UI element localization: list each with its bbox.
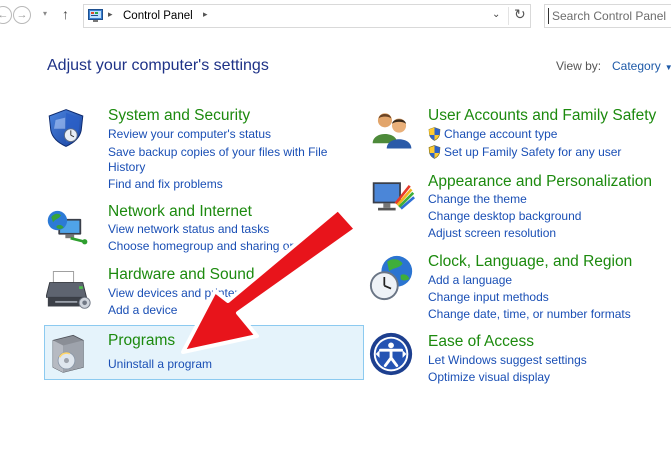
back-button[interactable]: ← (0, 6, 12, 24)
link-date-time-formats[interactable]: Change date, time, or number formats (428, 306, 631, 322)
link-suggest-settings[interactable]: Let Windows suggest settings (428, 352, 587, 368)
breadcrumb-separator-icon[interactable]: ▸ (108, 9, 113, 20)
link-screen-resolution[interactable]: Adjust screen resolution (428, 225, 556, 241)
category-title[interactable]: Network and Internet (108, 203, 252, 221)
category-system-and-security: System and Security Review your computer… (46, 104, 346, 194)
category-hardware-and-sound: Hardware and Sound View devices and prin… (46, 263, 346, 323)
address-dropdown-icon[interactable]: ⌄ (492, 9, 500, 20)
forward-button[interactable]: → (13, 6, 31, 24)
monitor-paint-icon (372, 182, 415, 211)
forward-arrow-icon: → (16, 8, 28, 21)
navigation-bar: ← → ▾ ↑ ▸ Control Panel ▸ ⌄ ↻ (0, 0, 671, 33)
ease-of-access-icon (369, 332, 413, 376)
category-title[interactable]: Hardware and Sound (108, 266, 255, 284)
category-title[interactable]: Programs (108, 332, 175, 350)
link-network-status[interactable]: View network status and tasks (108, 221, 269, 237)
recent-locations-dropdown-icon[interactable]: ▾ (43, 9, 47, 18)
link-input-methods[interactable]: Change input methods (428, 289, 549, 305)
link-review-status[interactable]: Review your computer's status (108, 126, 271, 142)
link-devices-printers[interactable]: View devices and printers (108, 285, 245, 301)
view-by-label: View by: (556, 59, 602, 73)
link-add-device[interactable]: Add a device (108, 302, 177, 318)
up-arrow-icon[interactable]: ↑ (62, 7, 69, 21)
category-network-and-internet: Network and Internet View network status… (46, 200, 346, 260)
search-box[interactable] (544, 4, 671, 28)
view-by-dropdown[interactable]: Category ▼ (612, 59, 671, 73)
category-ease-of-access: Ease of Access Let Windows suggest setti… (368, 331, 668, 386)
network-globe-icon (47, 210, 88, 245)
category-title[interactable]: Appearance and Personalization (428, 173, 652, 191)
shield-icon (48, 109, 84, 147)
category-title[interactable]: Clock, Language, and Region (428, 253, 632, 271)
link-save-backup[interactable]: Save backup copies of your files with Fi… (108, 144, 327, 160)
link-homegroup[interactable]: Choose homegroup and sharing options (108, 238, 321, 254)
link-change-background[interactable]: Change desktop background (428, 208, 581, 224)
dropdown-arrow-icon: ▼ (664, 63, 671, 72)
clock-globe-icon (369, 255, 413, 301)
category-title[interactable]: System and Security (108, 107, 250, 125)
view-by-value: Category (612, 59, 661, 73)
link-save-backup-history[interactable]: History (108, 159, 145, 175)
category-title[interactable]: Ease of Access (428, 333, 534, 351)
page-title: Adjust your computer's settings (47, 57, 269, 74)
uac-shield-icon (428, 145, 441, 159)
category-appearance: Appearance and Personalization Change th… (368, 171, 668, 241)
link-change-account-type[interactable]: Change account type (444, 126, 557, 142)
control-panel-icon (88, 9, 103, 22)
breadcrumb-control-panel[interactable]: Control Panel (123, 10, 193, 22)
refresh-icon[interactable]: ↻ (514, 6, 526, 23)
link-change-theme[interactable]: Change the theme (428, 191, 527, 207)
back-arrow-icon: ← (0, 8, 9, 21)
category-title[interactable]: User Accounts and Family Safety (428, 107, 656, 125)
link-add-language[interactable]: Add a language (428, 272, 512, 288)
printer-icon (46, 271, 91, 309)
address-bar[interactable]: ▸ Control Panel ▸ ⌄ ↻ (83, 4, 531, 28)
users-icon (372, 113, 412, 149)
link-optimize-visual[interactable]: Optimize visual display (428, 369, 550, 385)
search-input[interactable] (548, 8, 671, 24)
category-programs: Programs Uninstall a program (46, 328, 346, 378)
link-find-fix-problems[interactable]: Find and fix problems (108, 176, 223, 192)
breadcrumb-separator-icon[interactable]: ▸ (203, 9, 208, 20)
link-uninstall-program[interactable]: Uninstall a program (108, 356, 212, 372)
link-family-safety[interactable]: Set up Family Safety for any user (444, 144, 621, 160)
uac-shield-icon (428, 127, 441, 141)
category-clock-language-region: Clock, Language, and Region Add a langua… (368, 251, 668, 321)
address-divider (508, 7, 509, 25)
category-user-accounts: User Accounts and Family Safety Change a… (368, 104, 668, 164)
programs-box-icon (52, 334, 84, 373)
